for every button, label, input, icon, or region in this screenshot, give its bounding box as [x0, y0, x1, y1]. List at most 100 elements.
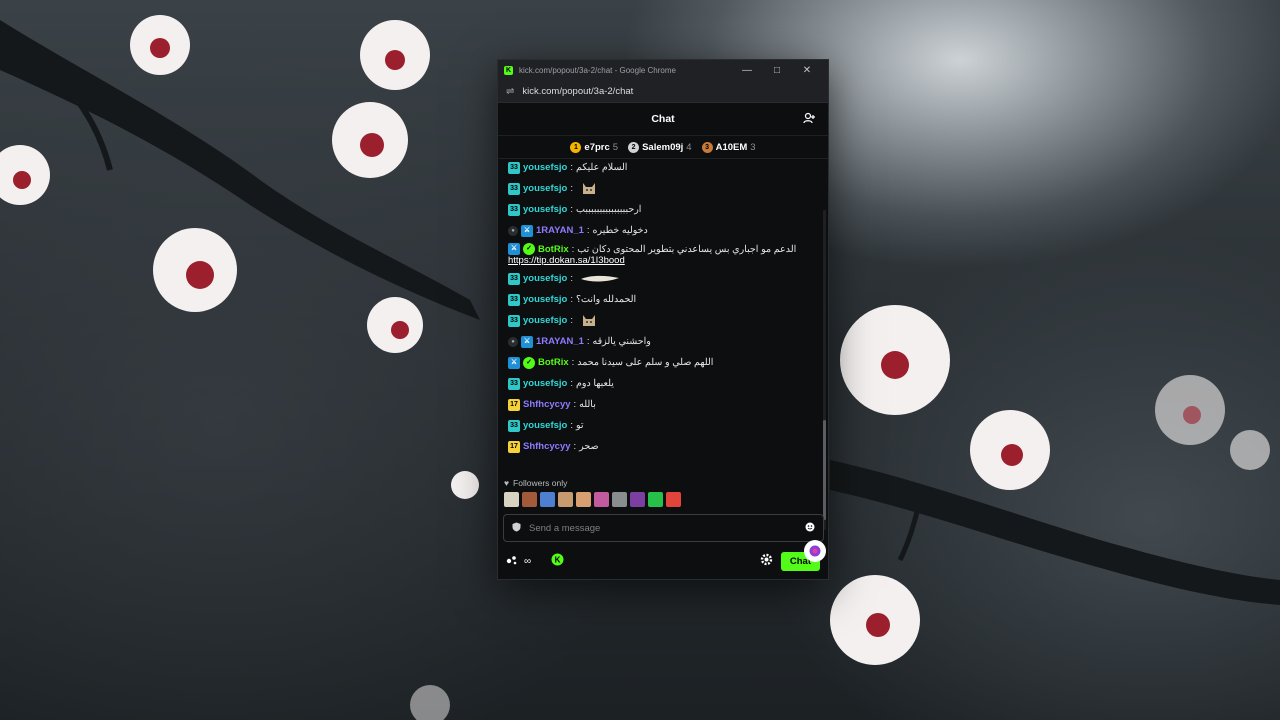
points-icon[interactable]: [506, 555, 518, 568]
extension-bubble-icon[interactable]: [804, 539, 826, 562]
chat-username[interactable]: yousefsjo: [523, 162, 567, 173]
subscriber-badge-icon: 17: [508, 440, 520, 453]
chat-message: 33 yousefsjo: ارحبببببببببببببببب: [508, 199, 820, 220]
quick-emote-icon[interactable]: [558, 492, 573, 507]
quick-emote-icon[interactable]: [612, 492, 627, 507]
quick-emote-icon[interactable]: [576, 492, 591, 507]
quick-emote-icon[interactable]: [594, 492, 609, 507]
minimize-icon[interactable]: —: [732, 65, 762, 76]
cat-emote-icon: [580, 180, 598, 197]
users-icon[interactable]: [803, 112, 816, 127]
moderator-sword-icon: ⚔: [508, 356, 520, 369]
quick-emote-icon[interactable]: [504, 492, 519, 507]
chat-message-text: السلام عليكم: [576, 162, 628, 173]
settings-icon[interactable]: [760, 553, 773, 569]
cat-emote-icon: [580, 312, 598, 329]
chat-separator: :: [570, 294, 573, 305]
points-count: ∞: [524, 555, 532, 567]
quick-emote-icon[interactable]: [540, 492, 555, 507]
chat-message: 33 yousefsjo:: [508, 310, 820, 331]
browser-window: K kick.com/popout/3a-2/chat - Google Chr…: [497, 59, 829, 580]
subscriber-badge-icon: 33: [508, 377, 520, 390]
chat-header: Chat: [498, 103, 828, 136]
chat-message-text: الدعم مو اجباري بس يساعدني بتطوير المحتو…: [577, 243, 797, 255]
message-placeholder: Send a message: [529, 522, 601, 534]
chat-message: ⚔ ✓ BotRix: الدعم مو اجباري بس يساعدني بتطو…: [508, 241, 820, 268]
subscriber-badge-icon: 33: [508, 314, 520, 327]
chat-messages: 33 yousefsjo: السلام عليكم 33 yousefsjo:33 yo…: [498, 157, 828, 533]
maximize-icon[interactable]: □: [762, 65, 792, 76]
rank-medal-icon: 3: [701, 141, 713, 153]
chat-separator: :: [570, 204, 573, 215]
address-bar[interactable]: ⇌ kick.com/popout/3a-2/chat: [498, 80, 828, 103]
site-info-icon[interactable]: ⇌: [506, 86, 514, 97]
chat-message: 33 yousefsjo: تو: [508, 415, 820, 436]
subscriber-badge-icon: 33: [508, 419, 520, 432]
gifter-leaderboard: 1 e7prc 5 2 Salem09j 4 3 A10EM 3: [498, 136, 828, 159]
subscriber-badge-icon: 33: [508, 293, 520, 306]
chat-message: 33 yousefsjo: يلعبها دوم: [508, 373, 820, 394]
chat-separator: :: [586, 225, 590, 236]
chat-username[interactable]: yousefsjo: [523, 420, 567, 431]
og-badge-icon: ●: [508, 336, 518, 347]
rank-medal-icon: 2: [628, 141, 640, 153]
chat-username[interactable]: yousefsjo: [523, 183, 567, 194]
send-chat-button[interactable]: Chat: [780, 539, 826, 571]
chat-username[interactable]: yousefsjo: [523, 294, 567, 305]
moderator-sword-icon: ⚔: [508, 243, 520, 255]
svg-text:K: K: [555, 556, 561, 565]
chat-message-link[interactable]: https://tip.dokan.sa/1I3bood: [508, 255, 820, 266]
quick-emote-icon[interactable]: [648, 492, 663, 507]
chat-username[interactable]: Shfhcycyy: [523, 399, 571, 410]
chat-separator: :: [570, 378, 573, 389]
shield-icon: [512, 522, 521, 535]
verified-badge-icon: ✓: [523, 243, 535, 255]
followers-only-label: Followers only: [513, 478, 568, 488]
kick-coin-icon[interactable]: K: [551, 553, 564, 569]
chat-username[interactable]: BotRix: [538, 244, 569, 255]
moderator-sword-icon: ⚔: [521, 224, 533, 237]
title-bar: K kick.com/popout/3a-2/chat - Google Chr…: [498, 60, 828, 80]
leaderboard-count: 4: [686, 141, 692, 153]
close-icon[interactable]: ✕: [792, 65, 822, 76]
chat-username[interactable]: 1RAYAN_1: [536, 336, 584, 347]
chat-username[interactable]: yousefsjo: [523, 204, 567, 215]
quick-emote-icon[interactable]: [666, 492, 681, 507]
rank-medal-icon: 1: [570, 141, 582, 153]
chat-message-text: دخوليه خطيره: [592, 225, 648, 236]
chat-separator: :: [573, 399, 577, 410]
chat-username[interactable]: Shfhcycyy: [523, 441, 571, 452]
chat-username[interactable]: yousefsjo: [523, 378, 567, 389]
emoji-icon[interactable]: [805, 522, 815, 535]
chat-message-text: الحمدلله وانت؟: [576, 294, 637, 305]
quick-emote-icon[interactable]: [522, 492, 537, 507]
chat-separator: :: [571, 243, 575, 255]
chat-message: ● ⚔ 1RAYAN_1: دخوليه خطيره: [508, 220, 820, 241]
chat-message-text: ارحبببببببببببببببب: [576, 204, 642, 215]
subscriber-badge-icon: 33: [508, 203, 520, 216]
quick-emote-icon[interactable]: [630, 492, 645, 507]
scrollbar-thumb[interactable]: [823, 420, 826, 520]
chat-separator: :: [570, 273, 573, 284]
chat-message-text: بالله: [579, 399, 596, 410]
chat-message: 33 yousefsjo: السلام عليكم: [508, 157, 820, 178]
chat-separator: :: [570, 183, 573, 194]
chat-username[interactable]: BotRix: [538, 357, 569, 368]
chat-separator: :: [570, 315, 573, 326]
chat-message: 17 Shfhcycyy: بالله: [508, 394, 820, 415]
leaderboard-name: A10EM: [715, 141, 748, 153]
chat-message-text: يلعبها دوم: [576, 378, 614, 389]
chat-footer: ∞ K Chat: [498, 539, 828, 574]
chat-username[interactable]: yousefsjo: [523, 315, 567, 326]
chat-username[interactable]: 1RAYAN_1: [536, 225, 584, 236]
chat-message-text: تو: [576, 420, 584, 431]
leaderboard-name: e7prc: [584, 141, 610, 153]
chat-message-text: اللهم صلي و سلم على سيدنا محمد: [577, 357, 714, 368]
chat-username[interactable]: yousefsjo: [523, 273, 567, 284]
chat-title: Chat: [651, 113, 675, 125]
message-input[interactable]: Send a message: [503, 514, 824, 542]
leaderboard-entry[interactable]: 1 e7prc 5: [570, 141, 618, 153]
chat-scrollbar[interactable]: [823, 210, 826, 530]
leaderboard-entry[interactable]: 3 A10EM 3: [701, 141, 756, 153]
leaderboard-entry[interactable]: 2 Salem09j 4: [628, 141, 692, 153]
